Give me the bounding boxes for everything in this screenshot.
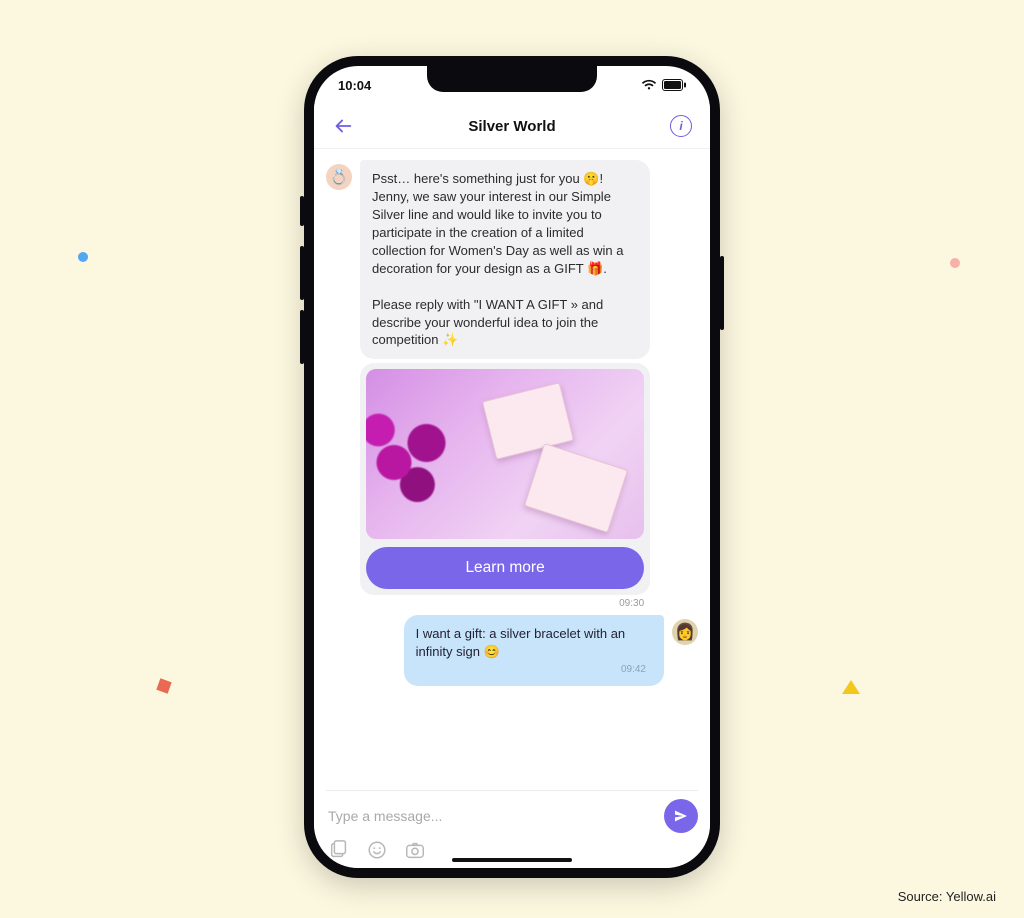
send-button[interactable]: [664, 799, 698, 833]
promo-image: [366, 369, 644, 539]
decorative-diamond-orange: [156, 678, 171, 693]
user-message-bubble: I want a gift: a silver bracelet with an…: [404, 615, 664, 687]
sticker-icon[interactable]: [366, 839, 388, 861]
message-input[interactable]: [326, 807, 656, 825]
phone-volume-up: [300, 246, 304, 300]
attachment-icon[interactable]: [328, 839, 350, 861]
user-avatar-emoji: 👩: [675, 622, 695, 642]
ring-icon: 💍: [330, 168, 349, 186]
source-credit: Source: Yellow.ai: [898, 889, 996, 904]
messages-list[interactable]: 💍 Psst… here's something just for you 🤫!…: [314, 148, 710, 790]
phone-volume-down: [300, 310, 304, 364]
bot-message-bubble: Psst… here's something just for you 🤫! J…: [360, 160, 650, 359]
user-avatar: 👩: [672, 619, 698, 645]
bot-message-row: 💍 Psst… here's something just for you 🤫!…: [326, 160, 698, 609]
status-time: 10:04: [338, 78, 371, 93]
info-button[interactable]: i: [668, 113, 694, 139]
wifi-icon: [641, 79, 657, 91]
user-message-text: I want a gift: a silver bracelet with an…: [416, 626, 626, 659]
back-button[interactable]: [330, 113, 356, 139]
bot-message-timestamp: 09:30: [619, 595, 650, 609]
user-message-row: I want a gift: a silver bracelet with an…: [326, 615, 698, 687]
phone-power-button: [720, 256, 724, 330]
phone-silence-switch: [300, 196, 304, 226]
phone-notch: [427, 66, 597, 92]
chat-header: Silver World i: [314, 104, 710, 149]
bot-message-text: Psst… here's something just for you 🤫! J…: [372, 171, 624, 347]
decorative-triangle-yellow: [842, 680, 860, 694]
decorative-dot-blue: [78, 252, 88, 262]
chat-title: Silver World: [468, 118, 555, 135]
home-indicator: [452, 858, 572, 862]
learn-more-button[interactable]: Learn more: [366, 547, 644, 588]
composer: [314, 782, 710, 868]
bot-avatar: 💍: [326, 164, 352, 190]
battery-icon: [662, 79, 686, 91]
phone-screen: 10:04 Silver World i 💍: [314, 66, 710, 868]
user-message-timestamp: 09:42: [416, 661, 652, 677]
camera-icon[interactable]: [404, 839, 426, 861]
bot-card-bubble: Learn more: [360, 363, 650, 594]
decorative-dot-pink: [950, 258, 960, 268]
phone-frame: 10:04 Silver World i 💍: [304, 56, 720, 878]
